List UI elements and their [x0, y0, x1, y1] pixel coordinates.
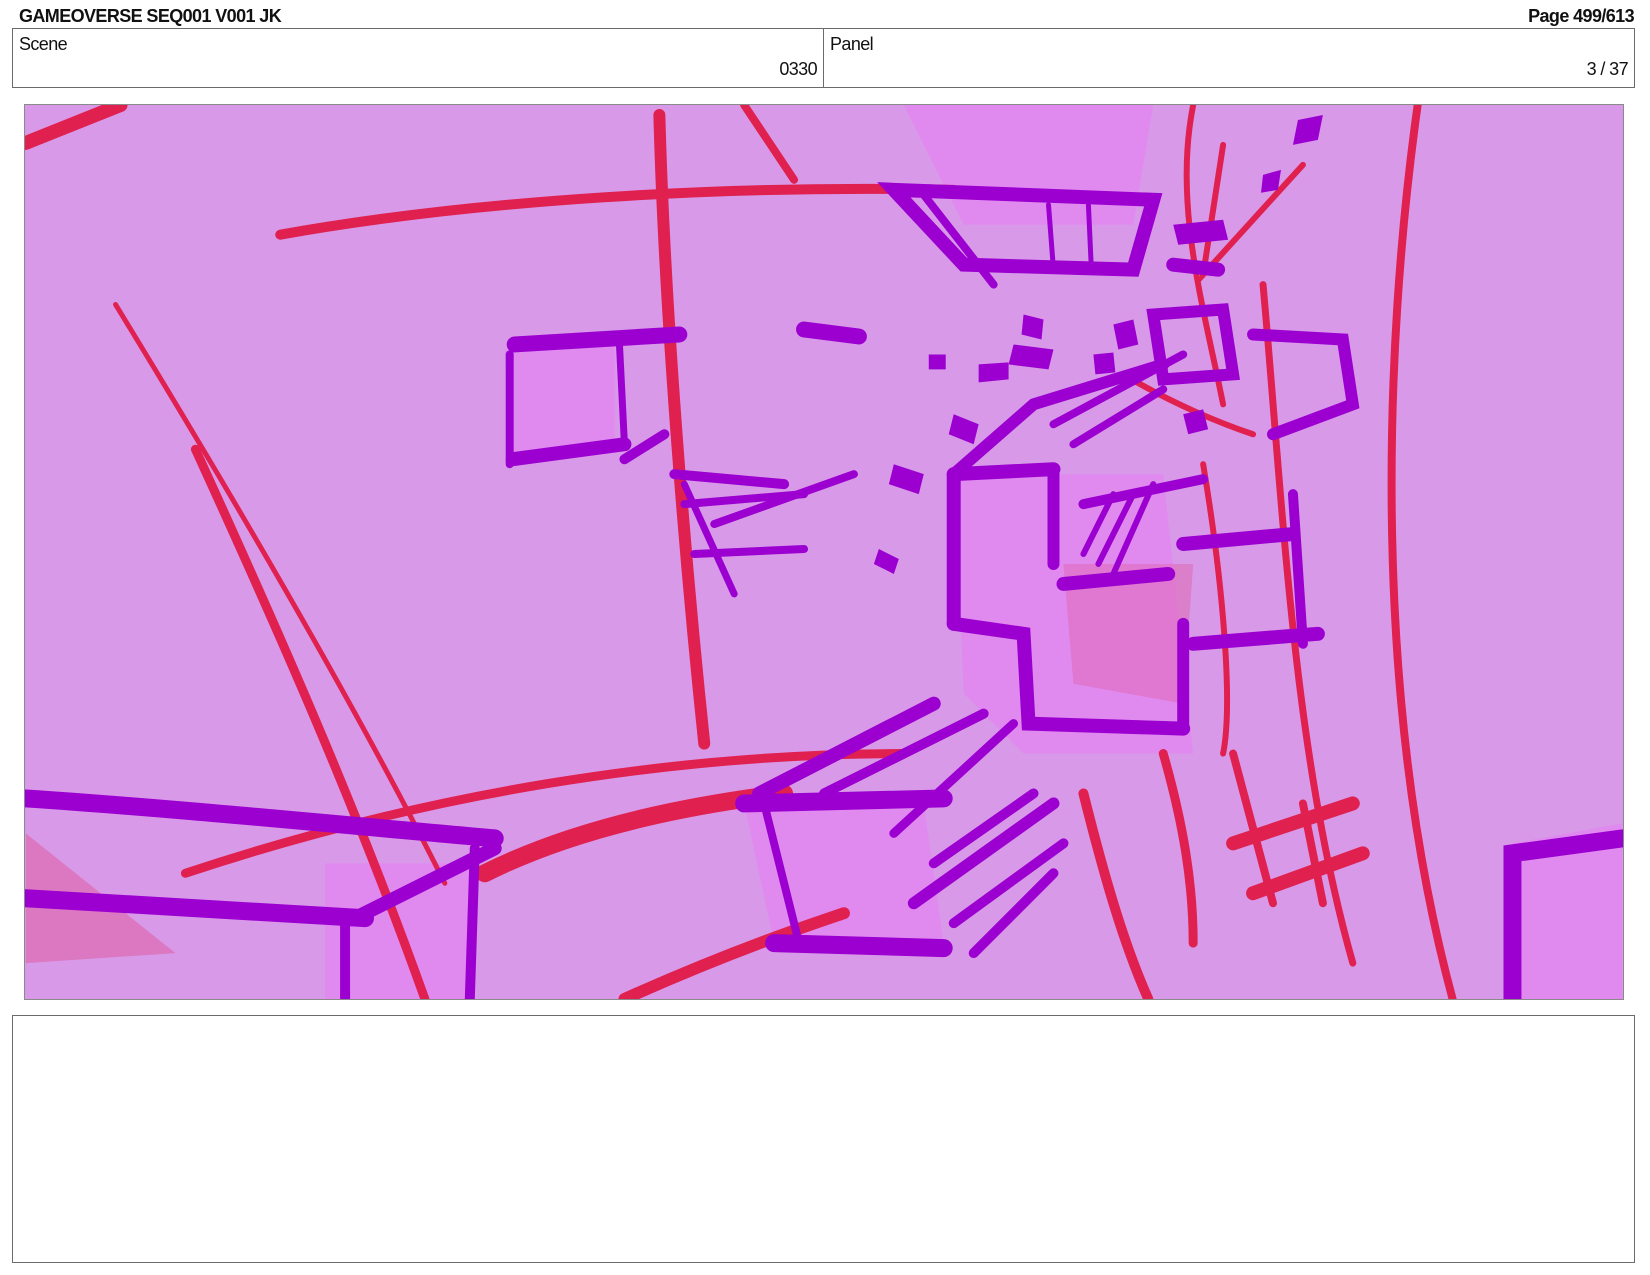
lower-center-block-face — [744, 803, 944, 944]
scene-cell: Scene 0330 — [13, 29, 823, 87]
scene-label: Scene — [19, 34, 68, 54]
panel-label: Panel — [830, 34, 874, 54]
panel-cell: Panel 3 / 37 — [823, 29, 1634, 87]
scene-number: 0330 — [779, 59, 817, 79]
storyboard-panel-image — [24, 104, 1624, 1000]
info-row: Scene 0330 Panel 3 / 37 — [12, 28, 1635, 88]
notes-box[interactable] — [12, 1015, 1635, 1263]
panel-number: 3 / 37 — [1586, 59, 1629, 79]
header-title: GAMEOVERSE SEQ001 V001 JK — [19, 6, 282, 26]
page-number: Page 499/613 — [1528, 6, 1634, 26]
sketch-drawing — [25, 105, 1623, 999]
